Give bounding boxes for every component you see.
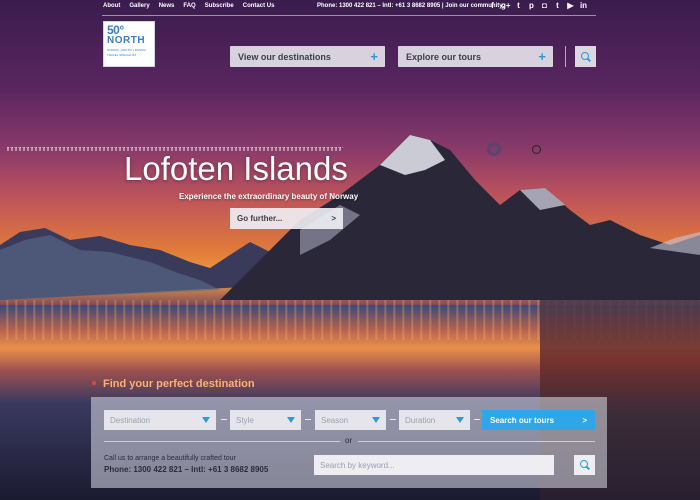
linkedin-icon[interactable]: in: [579, 1, 588, 11]
bullet-icon: [92, 381, 96, 385]
search-tours-button[interactable]: Search our tours >: [482, 410, 595, 430]
style-select-label: Style: [236, 415, 254, 425]
top-divider: [102, 15, 596, 16]
site-search-button[interactable]: [575, 46, 596, 67]
caret-down-icon: [287, 417, 295, 423]
style-select[interactable]: Style: [230, 410, 301, 430]
go-further-label: Go further...: [237, 214, 283, 223]
select-separator: [474, 419, 480, 420]
destination-select-label: Destination: [110, 415, 151, 425]
top-link-subscribe[interactable]: Subscribe: [205, 3, 234, 9]
caret-down-icon: [372, 417, 380, 423]
hero-subtitle: Experience the extraordinary beauty of N…: [179, 192, 359, 201]
pinterest-icon[interactable]: p: [527, 1, 536, 11]
nav-divider: [565, 46, 566, 67]
social-links: f g+ t p ◘ t ▶ in: [488, 1, 588, 11]
tumblr-icon[interactable]: t: [553, 1, 562, 11]
plus-icon: +: [370, 49, 378, 64]
top-link-about[interactable]: About: [103, 3, 120, 9]
duration-select[interactable]: Duration: [399, 410, 470, 430]
top-link-news[interactable]: News: [159, 3, 175, 9]
search-icon: [579, 460, 590, 470]
youtube-icon[interactable]: ▶: [566, 1, 575, 11]
season-select-label: Season: [321, 415, 349, 425]
top-link-contact[interactable]: Contact Us: [243, 3, 275, 9]
or-label: or: [345, 436, 353, 445]
caret-down-icon: [456, 417, 464, 423]
go-further-button[interactable]: Go further... >: [230, 208, 343, 229]
top-links: About Gallery News FAQ Subscribe Contact…: [103, 3, 274, 9]
or-divider-left: [104, 441, 340, 442]
explore-tours-button[interactable]: Explore our tours +: [398, 46, 553, 67]
call-us-text: Call us to arrange a beautifully crafted…: [104, 455, 236, 462]
logo-tagline-2: TRAVEL SPECIALIST: [107, 53, 137, 57]
explore-tours-label: Explore our tours: [406, 51, 482, 62]
search-icon: [580, 51, 591, 62]
google-plus-icon[interactable]: g+: [501, 1, 511, 11]
search-tours-label: Search our tours: [490, 415, 555, 425]
destination-select[interactable]: Destination: [104, 410, 216, 430]
caret-down-icon: [202, 417, 210, 423]
call-us-phone: Phone: 1300 422 821 – Intl: +61 3 8682 8…: [104, 465, 269, 474]
chevron-right-icon: >: [582, 415, 587, 425]
view-destinations-button[interactable]: View our destinations +: [230, 46, 385, 67]
contact-info: Phone: 1300 422 821 – Intl: +61 3 8682 8…: [317, 3, 505, 9]
top-link-gallery[interactable]: Gallery: [129, 3, 149, 9]
view-destinations-label: View our destinations: [238, 51, 331, 62]
keyword-search-button[interactable]: [574, 455, 595, 475]
logo-name: NORTH: [107, 35, 146, 46]
keyword-search-input[interactable]: [314, 455, 554, 475]
duration-select-label: Duration: [405, 415, 436, 425]
slide-indicator[interactable]: [532, 145, 541, 154]
select-separator: [390, 419, 396, 420]
hero-title: Lofoten Islands: [124, 150, 348, 187]
top-link-faq[interactable]: FAQ: [183, 3, 195, 9]
instagram-icon[interactable]: ◘: [540, 1, 549, 11]
site-logo[interactable]: 50° NORTH NORDIC | ARCTIC | RUSSIA TRAVE…: [103, 21, 155, 67]
plus-icon: +: [538, 49, 546, 64]
season-select[interactable]: Season: [315, 410, 386, 430]
select-separator: [221, 419, 227, 420]
or-divider-right: [358, 441, 595, 442]
twitter-icon[interactable]: t: [514, 1, 523, 11]
facebook-icon[interactable]: f: [488, 1, 497, 11]
select-separator: [305, 419, 311, 420]
chevron-right-icon: >: [331, 214, 336, 223]
finder-title: Find your perfect destination: [103, 378, 255, 390]
slide-indicator-active[interactable]: [487, 142, 501, 156]
